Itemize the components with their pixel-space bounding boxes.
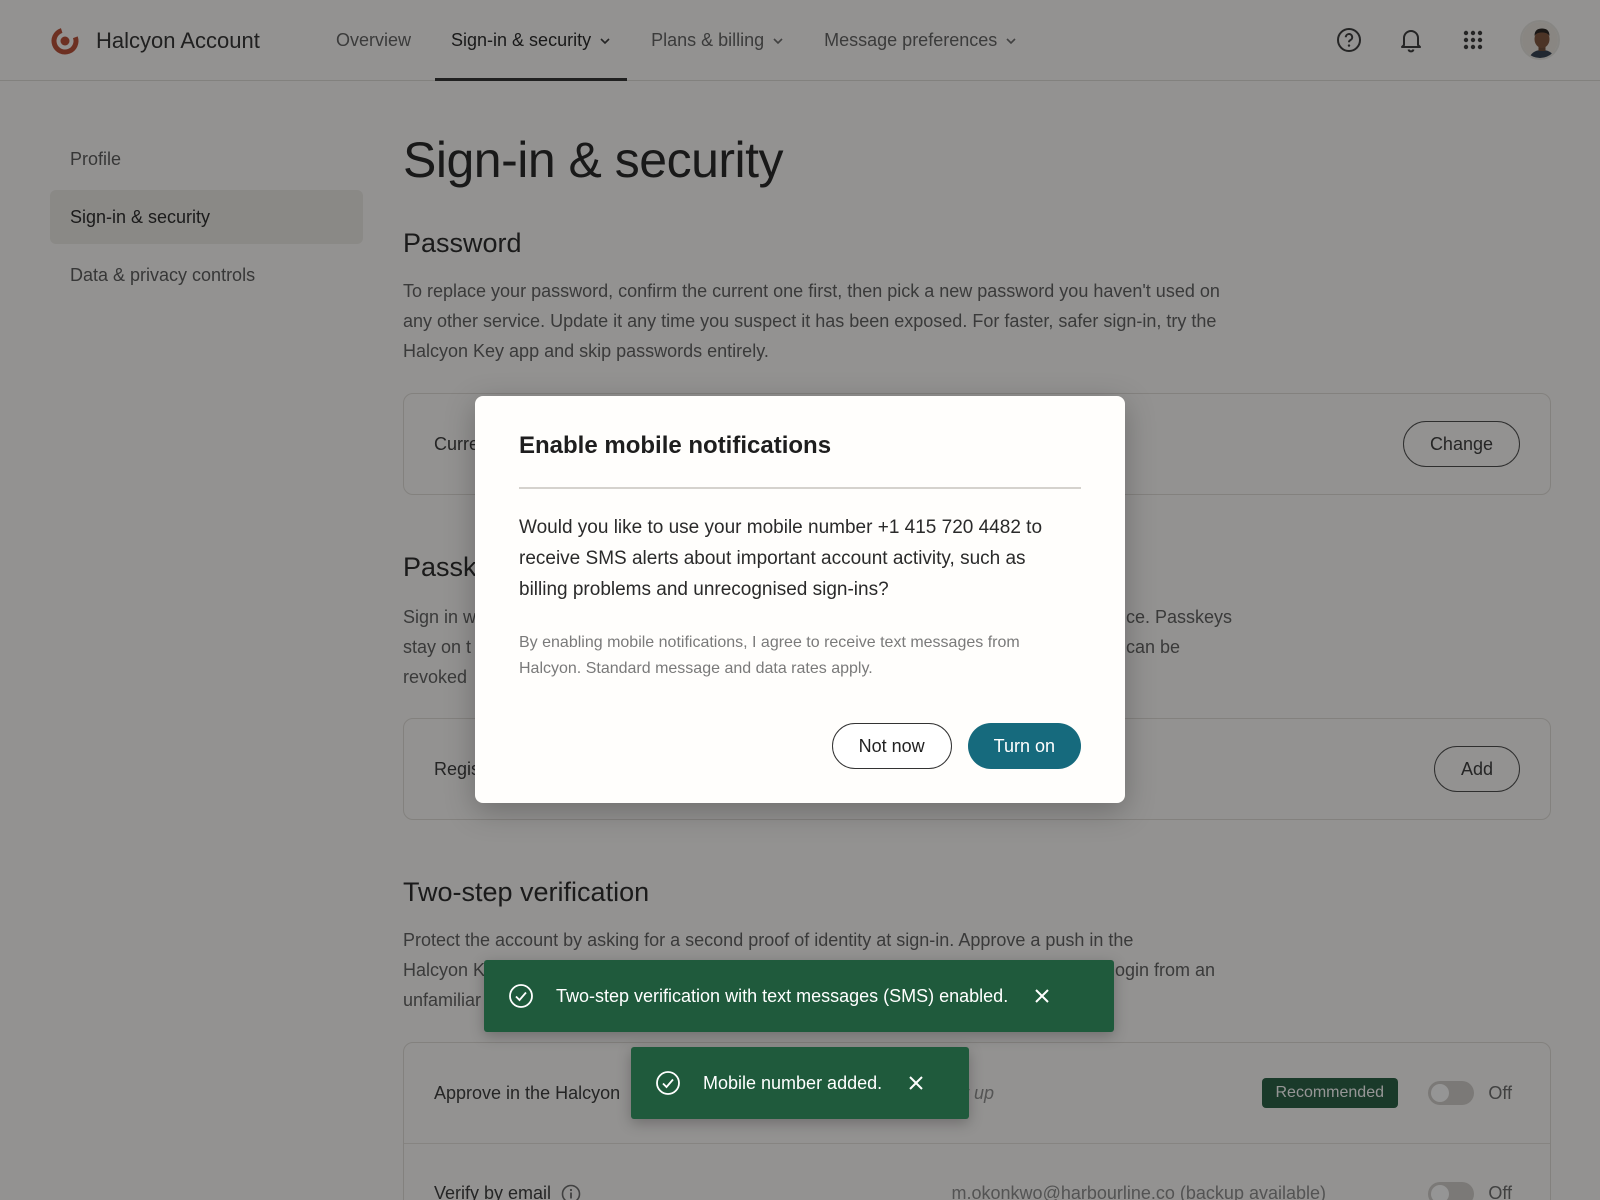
dismiss-toast-button[interactable]: [1034, 988, 1050, 1004]
check-circle-icon: [509, 984, 533, 1008]
close-icon: [1035, 989, 1049, 1003]
enable-mobile-notifications-dialog: Enable mobile notifications Would you li…: [475, 396, 1125, 803]
close-icon: [909, 1076, 923, 1090]
dialog-body: Would you like to use your mobile number…: [519, 517, 1043, 600]
toast-sms-enabled: Two-step verification with text messages…: [484, 960, 1114, 1032]
toast-message: Mobile number added.: [703, 1072, 883, 1093]
dismiss-toast-button[interactable]: [908, 1075, 924, 1091]
toast-message: Two-step verification with text messages…: [556, 985, 1009, 1006]
dialog-consent-note: By enabling mobile notifications, I agre…: [519, 634, 1020, 677]
check-circle-icon: [656, 1071, 680, 1095]
turn-on-button[interactable]: Turn on: [967, 723, 1081, 769]
dialog-actions: Not now Turn on: [831, 723, 1081, 769]
dialog-divider: [519, 487, 1081, 489]
not-now-button[interactable]: Not now: [831, 723, 952, 769]
dialog-title: Enable mobile notifications: [519, 432, 832, 459]
toast-mobile-added: Mobile number added.: [631, 1047, 969, 1119]
